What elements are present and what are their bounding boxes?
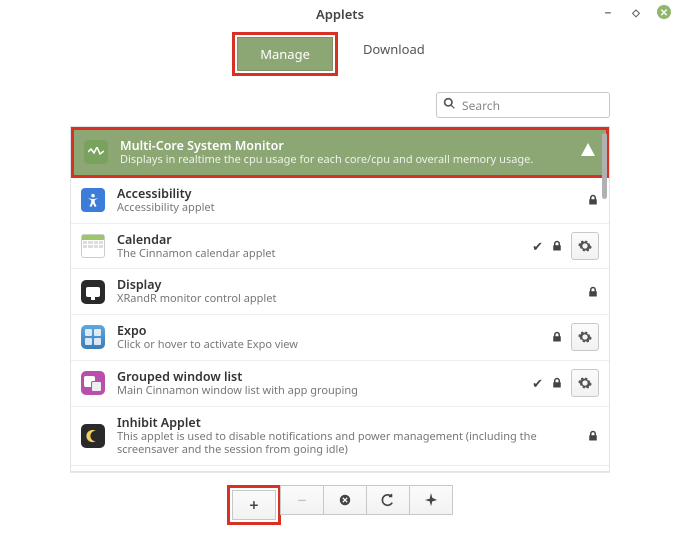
settings-button[interactable] — [571, 323, 599, 351]
settings-button[interactable] — [571, 232, 599, 260]
remove-button[interactable]: − — [280, 485, 324, 515]
applet-desc: Accessibility applet — [117, 201, 575, 215]
applet-text: Inhibit AppletThis applet is used to dis… — [117, 415, 575, 458]
applet-badges — [551, 323, 599, 351]
applet-text: AccessibilityAccessibility applet — [117, 186, 575, 215]
applet-badges — [587, 425, 599, 447]
window-title: Applets — [316, 5, 364, 23]
lock-icon — [587, 189, 599, 211]
annotation-highlight: Multi-Core System MonitorDisplays in rea… — [71, 127, 609, 178]
applet-text: Grouped window listMain Cinnamon window … — [117, 369, 520, 398]
applet-icon — [84, 140, 108, 164]
search-icon — [443, 97, 456, 114]
applet-name: Accessibility — [117, 186, 575, 201]
add-button[interactable]: + — [232, 490, 276, 520]
scrollbar-thumb[interactable] — [602, 133, 607, 199]
content-area: Search Multi-Core System MonitorDisplays… — [0, 86, 680, 535]
lock-icon — [551, 372, 563, 394]
lock-icon — [551, 235, 563, 257]
list-item[interactable]: AccessibilityAccessibility applet — [71, 178, 609, 224]
applet-text: CalendarThe Cinnamon calendar applet — [117, 232, 520, 261]
applet-badges — [587, 281, 599, 303]
applet-icon — [81, 280, 105, 304]
list-item[interactable]: CalendarThe Cinnamon calendar applet ✔ — [71, 224, 609, 270]
applet-text: DisplayXRandR monitor control applet — [117, 277, 575, 306]
applet-badges — [587, 189, 599, 211]
applet-badges: ✔ — [532, 232, 599, 260]
lock-icon — [587, 281, 599, 303]
refresh-button[interactable] — [366, 485, 410, 515]
check-icon: ✔ — [532, 374, 543, 392]
list-item[interactable]: ExpoClick or hover to activate Expo view — [71, 315, 609, 361]
list-item[interactable]: Multi-Core System MonitorDisplays in rea… — [74, 130, 606, 175]
applet-list: Multi-Core System MonitorDisplays in rea… — [70, 126, 610, 472]
applet-name: Inhibit Applet — [117, 415, 575, 430]
applet-desc: Click or hover to activate Expo view — [117, 338, 539, 352]
close-button[interactable]: ✕ — [656, 4, 672, 20]
applet-badges: ✔ — [532, 369, 599, 397]
list-item[interactable]: Grouped window listMain Cinnamon window … — [71, 361, 609, 407]
annotation-highlight: + — [227, 485, 281, 525]
tab-manage[interactable]: Manage — [237, 37, 333, 71]
list-item[interactable]: Inhibit AppletThis applet is used to dis… — [71, 407, 609, 467]
list-item[interactable]: KeyboardKeyboard layout✔ — [71, 466, 609, 471]
applet-icon — [81, 424, 105, 448]
applet-name: Multi-Core System Monitor — [120, 138, 568, 153]
applet-name: Grouped window list — [117, 369, 520, 384]
applet-name: Calendar — [117, 232, 520, 247]
applet-text: ExpoClick or hover to activate Expo view — [117, 323, 539, 352]
applet-icon — [81, 325, 105, 349]
applet-desc: XRandR monitor control applet — [117, 292, 575, 306]
maximize-button[interactable]: ◇ — [628, 4, 644, 20]
applet-icon — [81, 188, 105, 212]
lock-icon — [551, 326, 563, 348]
search-input[interactable]: Search — [436, 92, 610, 118]
applet-name: Expo — [117, 323, 539, 338]
minimize-button[interactable]: − — [600, 4, 616, 20]
settings-button[interactable] — [571, 369, 599, 397]
applet-text: Multi-Core System MonitorDisplays in rea… — [120, 138, 568, 167]
check-icon: ✔ — [532, 237, 543, 255]
applet-desc: Main Cinnamon window list with app group… — [117, 384, 520, 398]
applet-name: Display — [117, 277, 575, 292]
tab-download[interactable]: Download — [340, 32, 448, 76]
bottom-toolbar: + − — [70, 472, 610, 535]
applet-icon — [81, 371, 105, 395]
tab-bar: Manage Download — [0, 28, 680, 86]
applet-desc: Displays in realtime the cpu usage for e… — [120, 153, 568, 167]
applet-icon — [81, 234, 105, 258]
warning-icon — [580, 141, 596, 163]
list-item[interactable]: DisplayXRandR monitor control applet — [71, 269, 609, 315]
more-button[interactable] — [409, 485, 453, 515]
applet-badges — [580, 141, 596, 163]
lock-icon — [587, 425, 599, 447]
applet-desc: The Cinnamon calendar applet — [117, 247, 520, 261]
annotation-highlight: Manage — [232, 32, 338, 76]
search-placeholder: Search — [462, 97, 500, 114]
applet-desc: This applet is used to disable notificat… — [117, 430, 575, 458]
titlebar: Applets − ◇ ✕ — [0, 0, 680, 28]
delete-button[interactable] — [323, 485, 367, 515]
window-controls: − ◇ ✕ — [600, 4, 672, 20]
